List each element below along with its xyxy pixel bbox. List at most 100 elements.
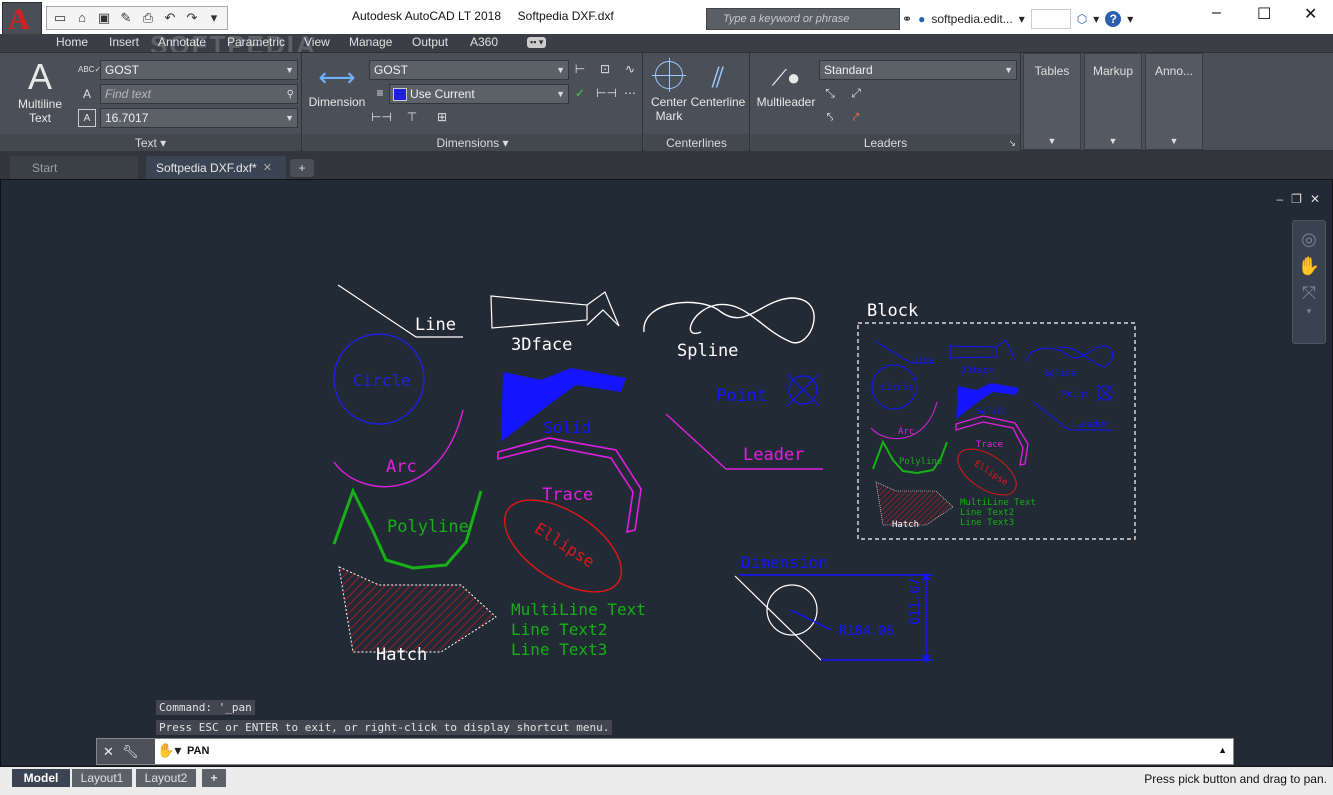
qat-menu-icon[interactable]: ▾ (205, 10, 223, 26)
baseline-dim-icon[interactable]: ⊞ (433, 108, 451, 126)
dim-update-icon[interactable]: ✓ (571, 84, 589, 102)
find-text-input[interactable]: Find text⚲ (100, 84, 298, 104)
tab-drawing[interactable]: Softpedia DXF.dxf*✕ (146, 156, 286, 179)
annotation-panel[interactable]: Anno...▼ (1145, 53, 1203, 150)
tab-output[interactable]: Output (412, 35, 448, 49)
undo-icon[interactable]: ↶ (161, 10, 179, 26)
center-mark-icon (655, 61, 683, 89)
user-icon[interactable]: ● (918, 12, 925, 26)
close-icon[interactable]: ✕ (103, 744, 114, 760)
drawing-canvas[interactable]: Line 3Dface Spline Circle Solid Point Ar… (0, 179, 1333, 767)
quick-dim-icon[interactable]: ⊤ (403, 108, 421, 126)
new-icon[interactable]: ▭ (51, 10, 69, 26)
collect-leader-icon[interactable]: ⤤ (847, 108, 865, 126)
add-layout-button[interactable]: + (202, 769, 226, 787)
drawing-svg: Line 3Dface Spline Circle Solid Point Ar… (1, 180, 1333, 767)
multiline-text-button[interactable]: A Multiline Text (10, 57, 70, 125)
remove-leader-icon[interactable]: ⤢ (847, 84, 865, 102)
tables-label: Tables (1024, 64, 1080, 78)
leader-style-select[interactable]: Standard▼ (819, 60, 1017, 80)
label-mtext-2: Line Text2 (511, 620, 607, 639)
centerline-button[interactable]: ⫽ Centerline (688, 61, 748, 109)
help-icon[interactable]: ? (1105, 11, 1121, 27)
exchange-dropdown-icon[interactable]: ▾ (1093, 12, 1099, 26)
user-name[interactable]: softpedia.edit... (931, 12, 1012, 26)
new-tab-button[interactable]: + (290, 159, 314, 177)
markup-panel[interactable]: Markup▼ (1084, 53, 1142, 150)
tables-panel[interactable]: Tables ▼ (1023, 53, 1081, 150)
label-3dface: 3Dface (511, 335, 572, 355)
tab-insert[interactable]: Insert (109, 35, 139, 49)
binoculars-icon[interactable]: ⚭ (902, 12, 912, 26)
viewport-restore-icon[interactable]: ❐ (1291, 192, 1302, 206)
text-panel-label[interactable]: Text ▾ (0, 134, 301, 152)
tab-layout1[interactable]: Layout1 (72, 769, 132, 787)
center-mark-button[interactable]: Center Mark (646, 61, 692, 123)
dim-break-icon[interactable]: ⊢ (571, 60, 589, 78)
text-style-icon[interactable]: A (78, 85, 96, 103)
tab-overflow-icon[interactable]: ▪▪ ▾ (527, 37, 546, 48)
dim-reassociate-icon[interactable]: ⋯ (621, 84, 639, 102)
spellcheck-icon[interactable]: ABC✓ (78, 61, 96, 79)
viewport-minimize-icon[interactable]: – (1276, 192, 1283, 206)
dim-layer-select[interactable]: Use Current ▼ (389, 84, 569, 104)
entity-hatch (339, 567, 496, 652)
text-height-icon[interactable]: A (78, 109, 96, 127)
tab-a360[interactable]: A360 (470, 35, 498, 49)
dim-layer-value: Use Current (410, 87, 475, 101)
steering-wheel-icon[interactable]: ◎ (1293, 229, 1325, 250)
save-icon[interactable]: ▣ (95, 10, 113, 26)
close-icon[interactable]: ✕ (1304, 4, 1317, 24)
dimension-icon: ⟷ (305, 59, 369, 95)
search-input[interactable]: Type a keyword or phrase (706, 8, 900, 30)
navbar-dropdown-icon[interactable]: ▾ (1293, 306, 1325, 317)
multileader-button[interactable]: ⟋● Multileader (753, 61, 819, 109)
align-leader-icon[interactable]: ⤣ (821, 108, 839, 126)
chevron-down-icon: ▼ (1024, 136, 1080, 146)
find-icon[interactable]: ⚲ (287, 89, 294, 100)
block-label-spline: Spline (1044, 369, 1077, 379)
dim-space-icon[interactable]: ⊡ (596, 60, 614, 78)
label-spline: Spline (677, 341, 738, 361)
zoom-icon[interactable]: ⤧ (1293, 283, 1325, 304)
dim-style-select[interactable]: GOST▼ (369, 60, 569, 80)
text-height-select[interactable]: 16.7017▼ (100, 108, 298, 128)
label-point: Point (716, 386, 767, 406)
hand-icon[interactable]: ✋▾ (157, 742, 181, 759)
tab-layout2[interactable]: Layout2 (136, 769, 196, 787)
command-line[interactable]: ✕ 🔧︎ ✋▾ PAN ▲ (96, 738, 1234, 765)
command-input[interactable]: PAN (187, 745, 209, 757)
viewport-close-icon[interactable]: ✕ (1310, 192, 1320, 206)
user-dropdown-icon[interactable]: ▾ (1019, 12, 1025, 26)
close-tab-icon[interactable]: ✕ (263, 161, 272, 174)
chevron-down-icon: ▼ (556, 89, 565, 99)
dimension-button[interactable]: ⟷ Dimension (305, 59, 369, 109)
tab-start[interactable]: Start (10, 156, 138, 179)
dim-oblique-icon[interactable]: ⊢⊣ (596, 84, 614, 102)
leaders-panel-label[interactable]: Leaders↘ (751, 134, 1020, 152)
dimensions-panel-label[interactable]: Dimensions ▾ (303, 134, 642, 152)
redo-icon[interactable]: ↷ (183, 10, 201, 26)
label-dim-radius: R184.06 (839, 624, 894, 639)
tab-manage[interactable]: Manage (349, 35, 392, 49)
add-leader-icon[interactable]: ⤡ (821, 84, 839, 102)
text-style-select[interactable]: GOST▼ (100, 60, 298, 80)
exchange-icon[interactable]: ⬡ (1077, 12, 1087, 26)
open-icon[interactable]: ⌂ (73, 10, 91, 26)
centerlines-panel-label[interactable]: Centerlines (644, 134, 749, 152)
tab-model[interactable]: Model (12, 769, 70, 787)
block-label-3dface: 3Dface (961, 366, 994, 376)
minimize-icon[interactable]: – (1212, 4, 1221, 22)
wrench-icon[interactable]: 🔧︎ (122, 744, 139, 760)
tab-home[interactable]: Home (56, 35, 88, 49)
pan-icon[interactable]: ✋ (1293, 256, 1325, 277)
dim-jog-icon[interactable]: ∿ (621, 60, 639, 78)
chevron-up-icon[interactable]: ▲ (1218, 745, 1227, 755)
block-label-hatch: Hatch (892, 520, 919, 530)
help-dropdown-icon[interactable]: ▾ (1127, 12, 1133, 26)
continue-dim-icon[interactable]: ⊢⊣ (371, 108, 389, 126)
maximize-icon[interactable]: ☐ (1257, 4, 1271, 24)
print-icon[interactable]: ⎙ (139, 10, 157, 26)
save-as-icon[interactable]: ✎ (117, 10, 135, 26)
blank-field[interactable] (1031, 9, 1071, 29)
